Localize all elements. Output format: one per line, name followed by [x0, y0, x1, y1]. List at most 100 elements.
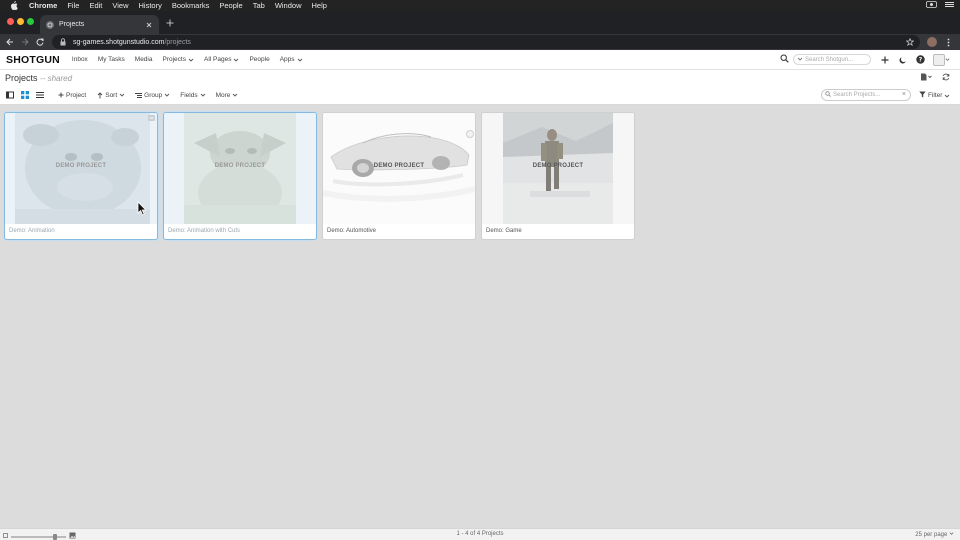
project-name[interactable]: Demo: Automotive — [327, 228, 376, 234]
refresh-icon[interactable] — [942, 73, 950, 83]
card-thumbnail-label: DEMO PROJECT — [532, 163, 584, 169]
notifications-icon[interactable] — [897, 54, 908, 65]
group-icon — [135, 92, 143, 99]
menu-window[interactable]: Window — [275, 1, 302, 10]
chevron-down-icon — [232, 92, 238, 98]
control-center-icon[interactable] — [945, 1, 954, 10]
nav-people[interactable]: People — [249, 56, 269, 63]
chevron-down-icon — [233, 57, 239, 63]
menu-app-name[interactable]: Chrome — [29, 1, 57, 10]
chevron-down-icon — [949, 532, 954, 535]
sort-button[interactable]: Sort — [96, 92, 125, 99]
card-menu-icon[interactable] — [148, 115, 155, 121]
per-page-selector[interactable]: 25 per page — [915, 531, 954, 538]
project-name[interactable]: Demo: Animation with Cuts — [168, 228, 240, 234]
add-project-label: Project — [66, 91, 87, 99]
filter-funnel-icon — [919, 91, 926, 100]
chevron-down-icon — [297, 57, 303, 63]
projects-toolbar: Project Sort Group Fields More Search Pr… — [0, 86, 960, 105]
global-nav: Inbox My Tasks Media Projects All Pages … — [72, 56, 313, 63]
sort-arrow-icon — [96, 91, 103, 99]
menu-edit[interactable]: Edit — [89, 1, 102, 10]
status-footer: 1 - 4 of 4 Projects 25 per page — [0, 528, 960, 540]
svg-text:?: ? — [919, 57, 923, 64]
menu-bookmarks[interactable]: Bookmarks — [172, 1, 210, 10]
lock-icon[interactable] — [60, 38, 68, 46]
project-card-game[interactable]: DEMO PROJECT Demo: Game — [481, 112, 635, 240]
more-button[interactable]: More — [216, 92, 239, 99]
detail-view-icon[interactable] — [5, 90, 15, 100]
menu-view[interactable]: View — [112, 1, 128, 10]
page-menu-icon[interactable] — [920, 73, 932, 83]
filter-button[interactable]: Filter — [919, 91, 950, 100]
fields-button[interactable]: Fields — [180, 92, 205, 99]
chrome-menu-icon[interactable] — [944, 37, 952, 47]
chevron-down-icon — [119, 92, 125, 98]
url-host: sg-games.shotgunstudio.com — [73, 38, 165, 46]
group-label: Group — [144, 91, 163, 99]
user-avatar[interactable] — [933, 53, 950, 66]
nav-media[interactable]: Media — [135, 56, 153, 63]
menu-help[interactable]: Help — [312, 1, 327, 10]
project-card-animation[interactable]: DEMO PROJECT Demo: Animation — [4, 112, 158, 240]
nav-media-label: Media — [134, 56, 153, 63]
nav-all-pages[interactable]: All Pages — [204, 56, 239, 63]
browser-tab-projects[interactable]: Projects — [40, 15, 159, 34]
shotgun-logo[interactable]: SHOTGUN — [6, 54, 60, 66]
nav-apps[interactable]: Apps — [280, 56, 303, 63]
menu-tab[interactable]: Tab — [253, 1, 265, 10]
window-zoom-button[interactable] — [27, 18, 34, 25]
reload-icon[interactable] — [35, 37, 45, 47]
list-view-icon[interactable] — [35, 90, 45, 100]
nav-my-tasks[interactable]: My Tasks — [98, 56, 125, 63]
grid-view-icon[interactable] — [20, 90, 30, 100]
project-search-input[interactable]: Search Projects... × — [821, 89, 911, 101]
close-tab-icon[interactable] — [145, 21, 153, 29]
add-project-button[interactable]: Project — [57, 92, 86, 99]
plus-icon — [57, 92, 64, 99]
projects-grid: DEMO PROJECT Demo: Animation DEMO PROJEC… — [0, 105, 960, 528]
chevron-down-icon — [944, 93, 950, 99]
address-bar[interactable]: sg-games.shotgunstudio.com/projects — [52, 35, 920, 49]
apple-icon[interactable] — [9, 1, 19, 10]
menu-history[interactable]: History — [139, 1, 162, 10]
search-icon[interactable] — [780, 54, 789, 65]
browser-tab-title: Projects — [59, 21, 85, 28]
nav-inbox[interactable]: Inbox — [72, 56, 88, 63]
card-thumbnail-label: DEMO PROJECT — [373, 163, 425, 169]
fields-label: Fields — [180, 91, 198, 99]
nav-all-pages-label: All Pages — [203, 56, 232, 63]
project-card-automotive[interactable]: DEMO PROJECT Demo: Automotive — [322, 112, 476, 240]
more-label: More — [215, 91, 231, 99]
new-tab-icon[interactable] — [165, 18, 175, 28]
nav-inbox-label: Inbox — [71, 56, 88, 63]
back-arrow-icon[interactable] — [5, 37, 15, 47]
plus-icon[interactable] — [879, 54, 890, 65]
nav-apps-label: Apps — [279, 56, 295, 63]
chrome-profile-avatar[interactable] — [927, 37, 937, 47]
chevron-down-icon — [945, 58, 950, 61]
menu-people[interactable]: People — [219, 1, 242, 10]
search-scope-chevron-icon[interactable] — [797, 56, 803, 64]
screen-record-icon[interactable] — [926, 1, 937, 10]
per-page-label: 25 per page — [915, 532, 948, 538]
project-card-animation-with-cuts[interactable]: DEMO PROJECT Demo: Animation with Cuts — [163, 112, 317, 240]
bookmark-star-icon[interactable] — [905, 37, 915, 47]
global-search-input[interactable]: Search Shotgun... — [793, 54, 871, 65]
project-name[interactable]: Demo: Game — [486, 228, 522, 234]
global-search-placeholder: Search Shotgun... — [805, 56, 854, 63]
project-name[interactable]: Demo: Animation — [9, 228, 55, 234]
help-icon[interactable]: ? — [915, 54, 926, 65]
forward-arrow-icon[interactable] — [20, 37, 30, 47]
nav-projects[interactable]: Projects — [163, 56, 194, 63]
sort-label: Sort — [105, 91, 118, 99]
menu-file[interactable]: File — [67, 1, 79, 10]
window-close-button[interactable] — [7, 18, 14, 25]
filter-label: Filter — [928, 92, 943, 99]
group-button[interactable]: Group — [135, 92, 170, 99]
window-minimize-button[interactable] — [17, 18, 24, 25]
card-select-toggle[interactable] — [466, 130, 474, 138]
clear-search-icon[interactable]: × — [902, 91, 906, 98]
user-avatar-icon — [933, 53, 945, 66]
macos-menu-bar: Chrome File Edit View History Bookmarks … — [0, 0, 960, 11]
